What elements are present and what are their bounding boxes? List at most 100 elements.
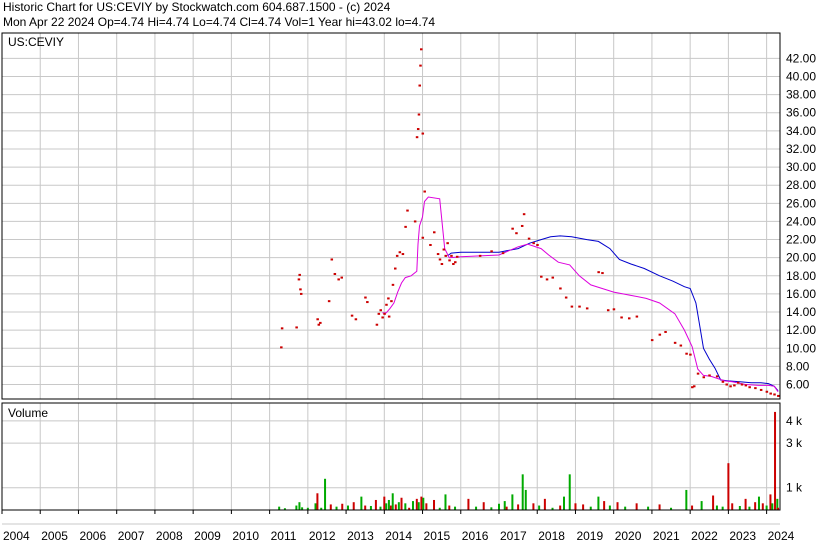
price-point xyxy=(299,292,303,295)
price-point xyxy=(419,64,422,67)
year-tick-label: 2024 xyxy=(768,529,795,543)
volume-bar xyxy=(538,505,541,510)
price-point xyxy=(337,278,340,281)
year-tick-label: 2008 xyxy=(156,529,183,543)
price-point xyxy=(299,288,302,291)
volume-bar xyxy=(397,502,400,510)
price-point xyxy=(406,209,409,212)
price-point xyxy=(725,383,728,386)
volume-bar xyxy=(691,505,694,510)
price-point xyxy=(448,259,451,262)
price-point xyxy=(280,346,283,349)
volume-panel-frame xyxy=(1,402,781,511)
price-axis-labels: 42.00 40.00 38.00 36.00 34.00 32.00 30.00 28.00… xyxy=(786,51,816,391)
price-point xyxy=(438,258,442,261)
price-point xyxy=(564,296,568,299)
volume-bar xyxy=(635,503,638,510)
price-point xyxy=(440,263,444,266)
price-point xyxy=(620,316,623,319)
volume-bar xyxy=(341,503,344,510)
year-axis-labels: 2004 2005 2006 2007 2008 2009 2010 2011 2012 2013… xyxy=(1,510,795,543)
panel-frames xyxy=(1,32,781,525)
price-point xyxy=(423,190,426,193)
volume-panel-label: Volume xyxy=(8,406,48,420)
price-tick-label: 30.00 xyxy=(786,160,816,174)
volume-bar xyxy=(379,506,382,510)
volume-bar xyxy=(505,506,508,510)
volume-bar xyxy=(316,493,319,510)
price-tick-label: 16.00 xyxy=(786,287,816,301)
price-tick-label: 14.00 xyxy=(786,305,816,319)
price-point xyxy=(578,305,581,308)
price-point xyxy=(316,318,319,321)
price-point xyxy=(398,251,402,254)
volume-bar xyxy=(389,505,392,510)
price-point xyxy=(744,384,748,387)
year-tick-label: 2018 xyxy=(538,529,565,543)
price-point xyxy=(298,273,301,276)
volume-bar xyxy=(454,506,457,510)
price-point xyxy=(417,113,421,116)
price-tick-label: 40.00 xyxy=(786,69,816,83)
price-point xyxy=(673,341,677,344)
volume-bar xyxy=(420,496,423,510)
volume-bar xyxy=(712,495,715,510)
volume-bar xyxy=(383,496,386,510)
price-point xyxy=(297,278,301,281)
volume-bar xyxy=(658,504,661,510)
price-point xyxy=(740,383,744,386)
price-point xyxy=(377,312,381,315)
price-panel-label: US:CEVIY xyxy=(8,35,64,49)
price-point xyxy=(515,232,518,235)
price-point xyxy=(383,312,386,315)
price-point xyxy=(450,254,453,257)
volume-bar xyxy=(278,506,281,510)
price-tick-label: 12.00 xyxy=(786,323,816,337)
volume-bar xyxy=(324,478,327,510)
price-point xyxy=(433,231,436,234)
year-tick-label: 2021 xyxy=(653,529,680,543)
price-point xyxy=(295,326,298,329)
volume-bar xyxy=(597,496,600,510)
price-point xyxy=(354,318,358,321)
price-point xyxy=(685,352,688,355)
price-point xyxy=(421,236,425,239)
volume-bar xyxy=(346,505,349,510)
stock-chart: 42.00 40.00 38.00 36.00 34.00 32.00 30.00 28.00… xyxy=(1,32,816,543)
price-point xyxy=(444,254,447,257)
price-point xyxy=(478,254,482,257)
year-tick-label: 2019 xyxy=(576,529,603,543)
price-point xyxy=(379,309,382,312)
volume-bar xyxy=(685,489,688,510)
volume-bar xyxy=(448,505,451,510)
price-point xyxy=(442,248,446,251)
volume-bar xyxy=(532,503,535,510)
price-point xyxy=(413,220,417,223)
year-tick-label: 2020 xyxy=(615,529,642,543)
price-tick-label: 10.00 xyxy=(786,341,816,355)
volume-bar xyxy=(700,501,703,510)
price-point xyxy=(733,384,736,387)
price-point xyxy=(421,132,425,135)
volume-bar xyxy=(329,504,332,510)
volume-tick-label: 1 k xyxy=(786,481,803,495)
price-point xyxy=(689,353,692,356)
price-point xyxy=(570,305,574,308)
volume-bar xyxy=(369,505,372,510)
price-point xyxy=(635,315,639,318)
volume-bar xyxy=(721,506,724,510)
volume-bar xyxy=(467,498,470,510)
volume-tick-label: 3 k xyxy=(786,436,803,450)
price-point xyxy=(391,283,395,286)
volume-bar xyxy=(603,501,606,510)
volume-bar xyxy=(411,501,414,510)
price-point xyxy=(559,287,562,290)
price-tick-label: 28.00 xyxy=(786,178,816,192)
price-point xyxy=(715,375,719,378)
volume-bar xyxy=(769,494,772,510)
price-tick-label: 6.00 xyxy=(786,378,810,392)
volume-bar xyxy=(582,504,585,510)
price-point xyxy=(366,301,369,304)
volume-bar xyxy=(761,503,764,510)
price-panel-frame xyxy=(1,32,781,400)
